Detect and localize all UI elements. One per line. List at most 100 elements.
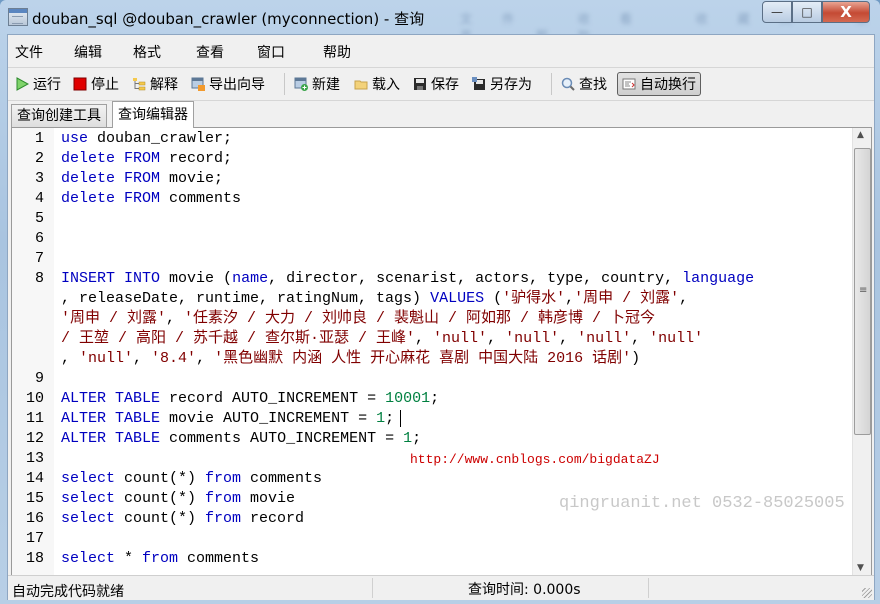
- token-kw: language: [682, 270, 755, 287]
- close-button[interactable]: X: [822, 1, 870, 23]
- token-kw: select: [61, 470, 116, 487]
- title-bar[interactable]: douban_sql @douban_crawler (myconnection…: [0, 0, 880, 43]
- token-str: '任素汐 / 大力 / 刘帅良 / 裴魁山 / 阿如那 / 韩彦博 / 卜冠今: [184, 310, 656, 327]
- token-kw: from: [205, 470, 242, 487]
- status-divider: [372, 578, 373, 598]
- token-str: '周申 / 刘露': [574, 290, 680, 307]
- word-wrap-toggle[interactable]: 自动换行: [617, 72, 701, 96]
- menu-file[interactable]: 文件: [15, 42, 43, 62]
- load-button[interactable]: 载入: [354, 73, 400, 95]
- token-text: comments AUTO_INCREMENT =: [160, 430, 404, 447]
- token-kw: name: [232, 270, 269, 287]
- code-text: select count(*) from record: [61, 509, 304, 529]
- token-text: comments: [178, 550, 260, 567]
- save-as-button[interactable]: 另存为: [472, 73, 532, 95]
- line-number: 15: [25, 490, 44, 507]
- tab-strip: 查询创建工具 查询编辑器: [8, 101, 874, 128]
- token-text: count(*): [115, 490, 206, 507]
- menu-format[interactable]: 格式: [133, 42, 161, 62]
- line-number: 3: [34, 170, 44, 187]
- token-text: , director, scenarist, actors, type, cou…: [268, 270, 683, 287]
- tab-query-builder[interactable]: 查询创建工具: [11, 104, 107, 127]
- status-bar: 自动完成代码就绪 查询时间: 0.000s: [8, 575, 874, 600]
- menu-bar: 文件 编辑 格式 查看 窗口 帮助: [8, 35, 874, 68]
- scrollbar-thumb[interactable]: ≡: [854, 148, 871, 435]
- word-wrap-icon: [622, 77, 636, 91]
- watermark-text: qingruanit.net 0532-85025005: [559, 494, 845, 513]
- token-text: ,: [196, 350, 215, 367]
- maximize-button[interactable]: □: [792, 1, 822, 23]
- tab-query-editor[interactable]: 查询编辑器: [112, 101, 194, 128]
- token-kw: delete: [61, 190, 116, 207]
- token-kw: use: [61, 130, 89, 147]
- token-str: '黑色幽默 内涵 人性 开心麻花 喜剧 中国大陆 2016 话剧': [214, 350, 632, 367]
- code-text: / 王堃 / 高阳 / 苏千越 / 查尔斯·亚瑟 / 王峰', 'null', …: [61, 329, 703, 349]
- token-text: ,: [559, 330, 578, 347]
- line-number: 4: [34, 190, 44, 207]
- stop-label: 停止: [91, 77, 119, 93]
- menu-view[interactable]: 查看: [196, 42, 224, 62]
- run-button[interactable]: 运行: [15, 73, 61, 95]
- explain-button[interactable]: 解释: [132, 73, 178, 95]
- code-text: ALTER TABLE record AUTO_INCREMENT = 1000…: [61, 389, 439, 409]
- find-button[interactable]: 查找: [561, 73, 607, 95]
- code-text: ALTER TABLE comments AUTO_INCREMENT = 1;: [61, 429, 421, 449]
- stop-button[interactable]: 停止: [73, 73, 119, 95]
- token-text: ,: [415, 330, 434, 347]
- vertical-scrollbar[interactable]: ▲ ≡ ▼: [852, 128, 871, 575]
- token-text: (: [484, 290, 503, 307]
- token-kw: VALUES: [430, 290, 485, 307]
- resize-grip[interactable]: [862, 588, 872, 598]
- code-text: , releaseDate, runtime, ratingNum, tags)…: [61, 289, 688, 309]
- menu-help[interactable]: 帮助: [323, 42, 351, 62]
- code-text: '周申 / 刘露', '任素汐 / 大力 / 刘帅良 / 裴魁山 / 阿如那 /…: [61, 309, 655, 329]
- token-text: record;: [160, 150, 233, 167]
- window-controls: — □ X: [762, 1, 870, 23]
- token-kw: FROM: [124, 170, 161, 187]
- code-text: , 'null', '8.4', '黑色幽默 内涵 人性 开心麻花 喜剧 中国大…: [61, 349, 640, 369]
- folder-icon: [354, 77, 368, 91]
- line-number: 9: [34, 370, 44, 387]
- line-number: 17: [25, 530, 44, 547]
- menu-window[interactable]: 窗口: [257, 42, 285, 62]
- save-as-label: 另存为: [490, 77, 532, 93]
- token-text: record: [241, 510, 305, 527]
- token-kw: from: [142, 550, 179, 567]
- save-button[interactable]: 保存: [413, 73, 459, 95]
- token-str: 'null': [505, 330, 560, 347]
- token-text: movie (: [160, 270, 233, 287]
- toolbar-separator: [284, 73, 285, 95]
- new-button[interactable]: 新建: [294, 73, 340, 95]
- text-cursor: [400, 409, 402, 427]
- sql-editor[interactable]: 1 use douban_crawler; 2 delete FROM record;…: [11, 127, 872, 576]
- new-label: 新建: [312, 77, 340, 93]
- token-text: comments: [241, 470, 323, 487]
- new-query-icon: [294, 77, 308, 91]
- token-kw: INTO: [124, 270, 161, 287]
- line-number: 1: [34, 130, 44, 147]
- line-number: 6: [34, 230, 44, 247]
- scroll-down-icon[interactable]: ▼: [857, 563, 864, 573]
- code-text: INSERT INTO movie (name, director, scena…: [61, 269, 754, 289]
- token-kw: ALTER: [61, 390, 107, 407]
- token-text: ,: [487, 330, 506, 347]
- export-wizard-button[interactable]: 导出向导: [191, 73, 265, 95]
- token-text: count(*): [115, 470, 206, 487]
- token-text: ;: [412, 430, 422, 447]
- client-area: 文件 编辑 格式 查看 窗口 帮助 运行 停止 解释 导出向导 新建 载入 保存…: [7, 34, 875, 600]
- menu-edit[interactable]: 编辑: [74, 42, 102, 62]
- minimize-button[interactable]: —: [762, 1, 792, 23]
- minimize-icon: —: [771, 5, 783, 19]
- token-text: ,: [133, 350, 152, 367]
- token-str: 'null': [433, 330, 488, 347]
- scroll-up-icon[interactable]: ▲: [857, 130, 864, 140]
- save-disk-icon: [413, 77, 427, 91]
- scroll-grip-icon: ≡: [859, 285, 868, 296]
- token-text: *: [115, 550, 143, 567]
- line-number: 10: [25, 390, 44, 407]
- line-number: 11: [25, 410, 44, 427]
